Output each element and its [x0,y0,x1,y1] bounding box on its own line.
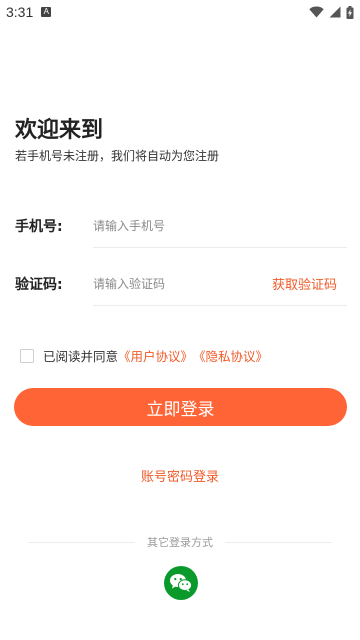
wifi-icon [309,6,324,18]
status-bar: 3:31 A [0,0,360,24]
login-screen: 3:31 A 欢迎来到 若手机号未注册，我们将自动为您注册 手机号: 验证码: [0,0,360,640]
get-code-button[interactable]: 获取验证码 [272,274,347,293]
privacy-agreement-link[interactable]: 《隐私协议》 [193,346,268,365]
wechat-login-button[interactable] [164,566,198,600]
agree-checkbox[interactable] [20,348,34,363]
password-login-link[interactable]: 账号密码登录 [0,466,360,485]
phone-input-wrap [93,204,347,248]
battery-charging-icon [346,5,354,19]
phone-row: 手机号: [15,204,347,248]
status-time: 3:31 [6,4,34,20]
phone-input[interactable] [93,210,347,241]
welcome-subtitle: 若手机号未注册，我们将自动为您注册 [15,149,220,163]
code-label: 验证码: [15,277,63,293]
signal-icon [329,6,341,18]
login-button[interactable]: 立即登录 [14,388,347,426]
status-right [309,5,354,19]
agreement-prefix: 已阅读并同意 [43,349,119,364]
wechat-icon [170,574,193,592]
welcome-title: 欢迎来到 [15,118,104,143]
status-left: 3:31 A [6,4,52,20]
code-input[interactable] [93,268,272,299]
user-agreement-link[interactable]: 《用户协议》 [118,346,193,365]
agreement: 已阅读并同意 《用户协议》 《隐私协议》 [20,346,268,365]
code-input-wrap: 获取验证码 [93,262,347,306]
divider-line-left [28,541,135,543]
notification-a-icon: A [41,7,52,17]
divider-line-right [225,541,332,543]
code-row: 验证码: 获取验证码 [15,262,347,306]
other-login-divider: 其它登录方式 [28,534,332,550]
phone-label: 手机号: [15,219,63,235]
other-login-label: 其它登录方式 [147,536,213,549]
